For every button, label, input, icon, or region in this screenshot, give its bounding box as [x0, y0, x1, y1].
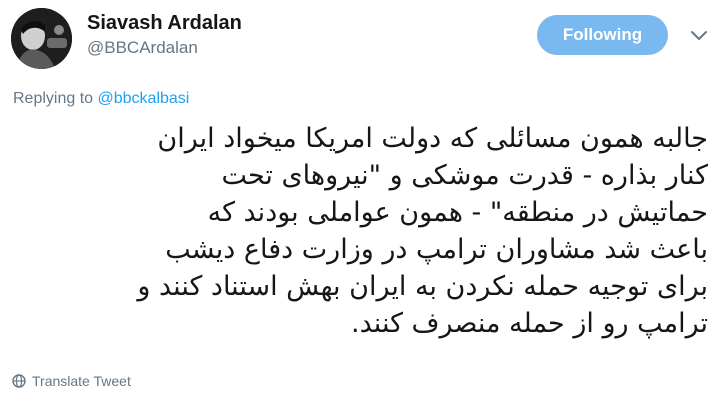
chevron-down-icon[interactable]: [690, 28, 708, 42]
tweet-text: جالبه همون مسائلی که دولت امریکا میخواد …: [14, 120, 708, 342]
translate-tweet-button[interactable]: Translate Tweet: [12, 373, 131, 391]
following-button[interactable]: Following: [537, 15, 668, 55]
replying-to-line: Replying to @bbckalbasi: [13, 90, 189, 108]
tweet-card: Siavash Ardalan @BBCArdalan Following Re…: [0, 0, 722, 409]
tweet-text-line: کنار بذاره - قدرت موشکی و "نیروهای تحت: [221, 160, 708, 191]
tweet-text-line: جالبه همون مسائلی که دولت امریکا میخواد …: [157, 123, 708, 154]
globe-icon: [12, 374, 26, 391]
replying-to-label: Replying to: [13, 90, 98, 107]
avatar[interactable]: [11, 8, 72, 69]
avatar-image: [11, 8, 72, 69]
tweet-text-line: حماتیش در منطقه" - همون عواملی بودند که: [207, 197, 708, 228]
reply-mention-link[interactable]: @bbckalbasi: [98, 90, 190, 107]
author-name[interactable]: Siavash Ardalan: [87, 12, 242, 35]
tweet-text-line: ترامپ رو از حمله منصرف کنند.: [351, 308, 708, 339]
author-handle[interactable]: @BBCArdalan: [87, 38, 198, 58]
tweet-text-line: باعث شد مشاوران ترامپ در وزارت دفاع دیشب: [165, 234, 708, 265]
translate-tweet-label: Translate Tweet: [32, 373, 131, 389]
tweet-text-line: برای توجیه حمله نکردن به ایران بهش استنا…: [137, 271, 708, 302]
